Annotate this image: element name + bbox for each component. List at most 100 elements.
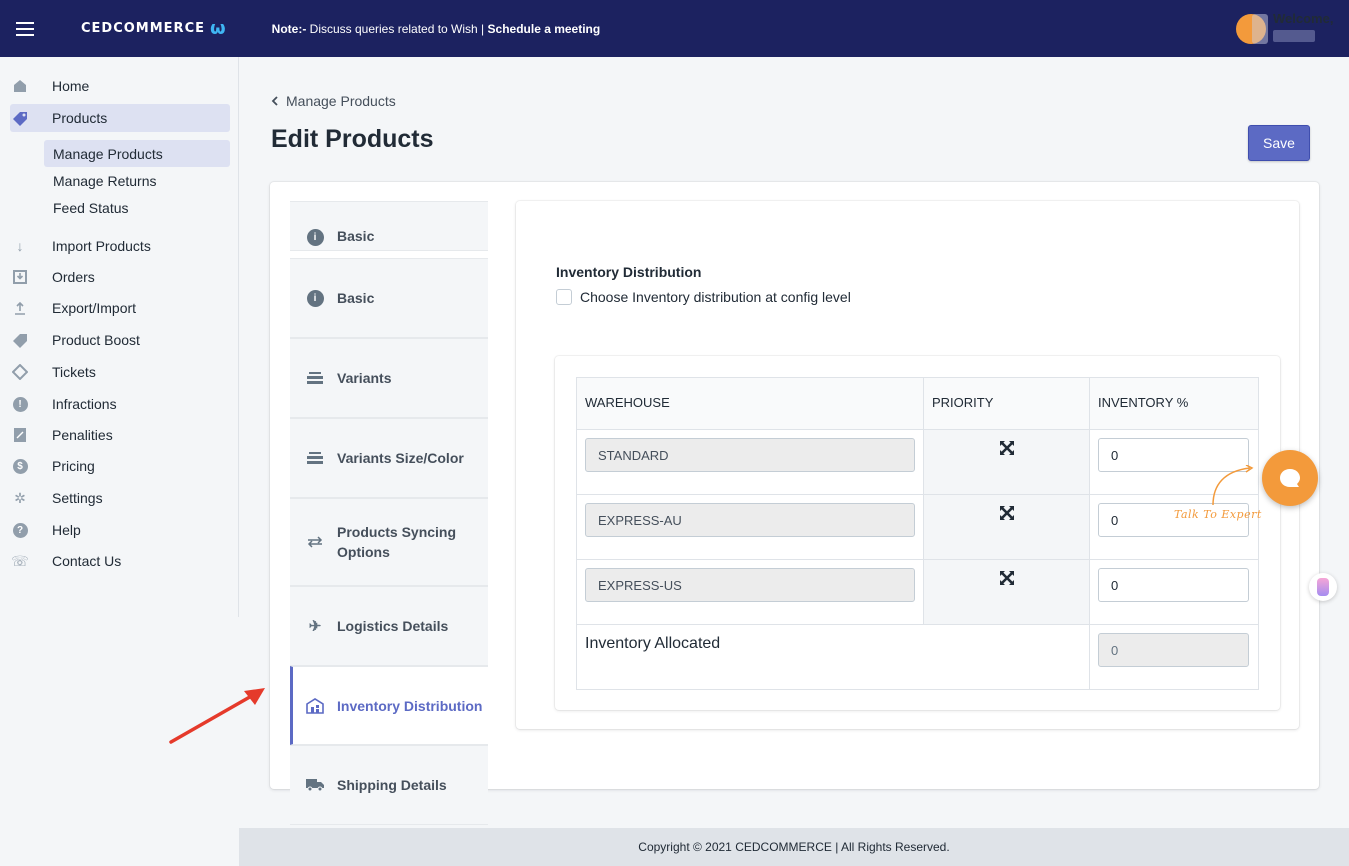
tab-shipping-details[interactable]: Shipping Details [290,745,488,825]
tag-icon [12,332,28,348]
sidebar-item-contact-us[interactable]: ☏ Contact Us [10,547,230,575]
sidebar-item-products[interactable]: Products [10,104,230,132]
inventory-percent-input[interactable]: 0 [1098,568,1249,602]
allocated-row: Inventory Allocated 0 [576,624,1259,690]
gear-icon: ✲ [14,489,26,506]
sidebar-item-label: Home [52,78,90,94]
tab-variants[interactable]: Variants [290,338,488,418]
chat-bubble-icon [1280,469,1300,487]
breadcrumb[interactable]: Manage Products [271,93,396,109]
tab-inventory-distribution[interactable]: Inventory Distribution [290,666,488,745]
sidebar-item-label: Pricing [52,458,95,474]
chat-button[interactable] [1262,450,1318,506]
sidebar-item-label: Product Boost [52,332,140,348]
info-icon: i [306,228,324,246]
plane-icon: ✈ [308,618,322,635]
sidebar-item-pricing[interactable]: $ Pricing [10,452,230,480]
priority-cell [923,494,1090,560]
wish-logo-icon: ω [210,18,227,39]
assistant-widget-icon[interactable] [1309,573,1337,601]
sidebar-item-infractions[interactable]: ! Infractions [10,390,230,418]
drag-handle-icon[interactable] [999,570,1015,589]
drag-handle-icon[interactable] [999,505,1015,524]
sidebar-subitem-manage-products[interactable]: Manage Products [44,140,230,167]
sidebar-item-label: Contact Us [52,553,122,569]
receipt-icon [12,427,28,443]
note-prefix: Note:- [271,21,307,36]
sidebar-item-label: Infractions [52,396,117,412]
inventory-cell: 0 [1089,559,1259,625]
sidebar-item-label: Orders [52,269,95,285]
sidebar-item-label: Penalities [52,427,113,443]
sidebar-item-export-import[interactable]: Export/Import [10,294,230,322]
alert-icon: ! [12,396,28,412]
save-button[interactable]: Save [1248,125,1310,161]
config-level-checkbox[interactable] [556,289,572,305]
allocated-value-cell: 0 [1089,624,1259,690]
warehouse-cell: STANDARD [576,429,924,495]
arrow-down-icon: ↓ [16,238,24,254]
sidebar-item-label: Tickets [52,364,96,380]
table-row: EXPRESS-US 0 [576,559,1259,625]
upload-icon [12,300,28,316]
sidebar-item-label: Settings [52,490,103,506]
tab-products-syncing-options[interactable]: Products Syncing Options [290,498,488,586]
ticket-icon [12,364,28,380]
table-row: EXPRESS-AU 0 [576,494,1259,560]
sidebar-item-tickets[interactable]: Tickets [10,358,230,386]
sidebar-item-label: Products [52,110,108,126]
avatar-overlay [1252,14,1268,44]
config-level-checkbox-row[interactable]: Choose Inventory distribution at config … [556,289,851,305]
tab-variants-size-color[interactable]: Variants Size/Color [290,418,488,498]
table-header-row: WAREHOUSE PRIORITY INVENTORY % [576,377,1259,430]
warehouse-field: EXPRESS-AU [585,503,915,537]
welcome-text[interactable]: Welcome, [1273,11,1333,26]
user-name-redacted [1273,30,1315,42]
page-title: Edit Products [271,125,434,153]
tag-icon [12,110,28,126]
sidebar-item-label: Import Products [52,238,151,254]
sidebar-item-orders[interactable]: Orders [10,263,230,291]
brand-name: CEDCOMMERCE [81,21,205,36]
truck-icon [306,776,324,794]
schedule-meeting-link[interactable]: Schedule a meeting [488,22,601,36]
footer-copyright: Copyright © 2021 CEDCOMMERCE | All Right… [638,840,950,854]
sidebar-item-import-products[interactable]: ↓ Import Products [10,232,230,260]
tab-basic-duplicate[interactable]: i Basic [290,201,488,251]
dollar-icon: $ [12,458,28,474]
question-icon: ? [12,522,28,538]
inventory-allocated-label: Inventory Allocated [585,635,721,652]
sidebar-item-product-boost[interactable]: Product Boost [10,326,230,354]
top-note: Note:- Discuss queries related to Wish |… [272,22,601,36]
priority-cell [923,429,1090,495]
allocated-label-cell: Inventory Allocated [576,624,1090,690]
brand-logo[interactable]: CEDCOMMERCE ω [81,18,227,39]
building-icon [306,697,324,715]
drag-handle-icon[interactable] [999,440,1015,459]
warehouse-field: EXPRESS-US [585,568,915,602]
sidebar-subitem-manage-returns[interactable]: Manage Returns [44,167,230,194]
sidebar-item-penalities[interactable]: Penalities [10,421,230,449]
table-row: STANDARD 0 [576,429,1259,495]
sidebar-subitem-feed-status[interactable]: Feed Status [44,194,230,221]
sidebar-item-label: Export/Import [52,300,137,316]
note-text: Discuss queries related to Wish | [306,21,488,36]
tab-basic[interactable]: i Basic [290,258,488,338]
tab-logistics-details[interactable]: ✈ Logistics Details [290,586,488,666]
column-header-priority: PRIORITY [923,377,1090,430]
sidebar-item-settings[interactable]: ✲ Settings [10,484,230,512]
inbox-icon [12,269,28,285]
warehouse-field: STANDARD [585,438,915,472]
warehouse-cell: EXPRESS-AU [576,494,924,560]
config-level-checkbox-label[interactable]: Choose Inventory distribution at config … [580,289,851,305]
breadcrumb-label: Manage Products [286,93,396,109]
sidebar-item-home[interactable]: Home [10,72,230,100]
talk-to-expert-arrow-icon [1212,465,1254,506]
sidebar-item-help[interactable]: ? Help [10,516,230,544]
talk-to-expert-label[interactable]: Talk To Expert [1174,508,1262,521]
list-icon [306,369,324,387]
inventory-section-title: Inventory Distribution [556,264,702,280]
sync-icon [306,533,324,551]
menu-icon[interactable] [16,21,34,36]
home-icon [12,78,28,94]
